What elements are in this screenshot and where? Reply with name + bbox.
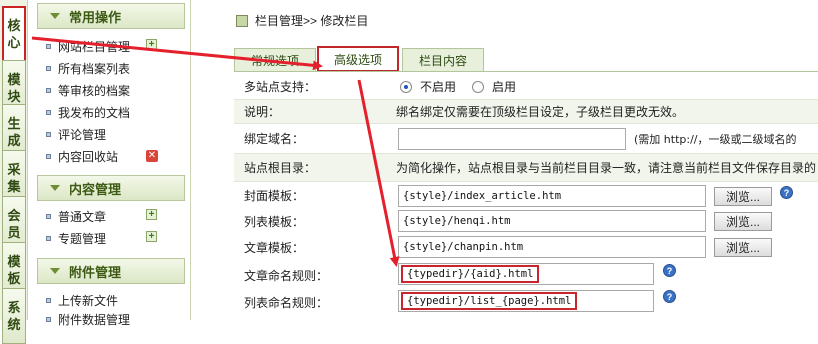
main-panel: 栏目管理>> 修改栏目 常规选项 高级选项 栏目内容 多站点支持： 不启用 启用 …: [192, 0, 818, 320]
tab-generate-label: 生 成: [7, 116, 21, 148]
bind-domain-label: 绑定域名：: [244, 132, 305, 146]
menu-item-label: 上传新文件: [58, 293, 119, 308]
site-root-text: 为简化操作，站点根目录与当前栏目目录一致，请注意当前栏目文件保存目录的: [396, 161, 817, 175]
tab-label: 栏目内容: [418, 53, 467, 68]
list-naming-label: 列表命名规则：: [244, 295, 329, 310]
tab-general[interactable]: 常规选项: [234, 48, 316, 71]
tab-modules-label: 模 块: [7, 72, 21, 104]
tab-members-label: 会 员: [7, 208, 21, 240]
menu-group-title: 内容管理: [69, 181, 122, 197]
article-template-label: 文章模板：: [244, 240, 305, 255]
add-icon[interactable]: +: [146, 209, 157, 220]
menu-group-title: 附件管理: [69, 264, 122, 280]
tab-collect-label: 采 集: [7, 162, 21, 194]
tab-system-label: 系 统: [7, 300, 21, 332]
help-icon[interactable]: ?: [663, 264, 676, 277]
menu-group-attachments[interactable]: 附件管理: [37, 258, 185, 284]
row-site-root: 站点根目录： 为简化操作，站点根目录与当前栏目目录一致，请注意当前栏目文件保存目…: [234, 154, 818, 182]
site-root-label: 站点根目录：: [244, 161, 317, 175]
tab-column-content[interactable]: 栏目内容: [402, 48, 484, 71]
bind-domain-input[interactable]: [398, 127, 626, 150]
tab-templates-label: 模 板: [7, 254, 21, 286]
note-text: 绑名绑定仅需要在顶级栏目设定，子级栏目更改无效。: [396, 105, 685, 119]
collapse-icon: [50, 185, 60, 191]
radio-on[interactable]: [472, 80, 485, 93]
clear-icon[interactable]: ✕: [146, 150, 158, 162]
menu-item-upload[interactable]: 上传新文件: [46, 291, 118, 309]
bullet-icon: [46, 43, 51, 49]
bullet-icon: [46, 65, 51, 71]
article-naming-label: 文章命名规则：: [244, 268, 329, 283]
add-icon[interactable]: +: [146, 39, 157, 50]
article-template-input[interactable]: {style}/chanpin.htm: [398, 236, 706, 258]
browse-button[interactable]: 浏览...: [714, 212, 772, 231]
add-icon[interactable]: +: [146, 231, 157, 242]
row-note: 说明： 绑名绑定仅需要在顶级栏目设定，子级栏目更改无效。: [234, 100, 818, 124]
left-tab-bar: 核 心 模 块 生 成 采 集 会 员 模 板 系 统: [0, 0, 28, 344]
bind-domain-hint: (需加 http://，一级或二级域名的: [634, 132, 797, 146]
menu-item-label: 等审核的档案: [58, 83, 131, 98]
list-template-input[interactable]: {style}/henqi.htm: [398, 210, 706, 232]
breadcrumb-text: 栏目管理>> 修改栏目: [255, 14, 369, 28]
note-label: 说明：: [244, 105, 281, 119]
tab-advanced[interactable]: 高级选项: [317, 46, 399, 72]
bullet-icon: [46, 131, 51, 137]
menu-item-label: 网站栏目管理: [58, 39, 131, 54]
menu-group-common[interactable]: 常用操作: [37, 3, 185, 29]
tab-label: 高级选项: [333, 52, 382, 67]
tab-label: 常规选项: [250, 53, 299, 68]
bullet-icon: [46, 297, 51, 303]
menu-item-attachment-data[interactable]: 附件数据管理: [46, 310, 130, 328]
radio-off[interactable]: [400, 80, 412, 93]
collapse-icon: [50, 13, 60, 19]
bullet-icon: [46, 87, 51, 93]
bullet-icon: [46, 235, 51, 241]
menu-group-title: 常用操作: [69, 9, 122, 25]
tab-core[interactable]: 核 心: [2, 6, 26, 62]
article-naming-value: {typedir}/{aid}.html: [401, 265, 540, 283]
browse-button[interactable]: 浏览...: [714, 187, 772, 206]
menu-item-label: 我发布的文档: [58, 105, 131, 120]
menu-group-content[interactable]: 内容管理: [37, 175, 185, 201]
bullet-icon: [46, 109, 51, 115]
tab-core-label: 核 心: [7, 18, 21, 50]
cover-template-input[interactable]: {style}/index_article.htm: [398, 185, 706, 207]
list-naming-input[interactable]: {typedir}/list_{page}.html: [398, 290, 654, 312]
menu-item-column-manage[interactable]: 网站栏目管理: [46, 37, 130, 55]
menu-item-all-archives[interactable]: 所有档案列表: [46, 59, 130, 77]
bullet-icon: [46, 213, 51, 219]
multisite-label: 多站点支持：: [244, 80, 317, 94]
tab-divider: [234, 71, 818, 72]
menu-item-topics[interactable]: 专题管理: [46, 229, 106, 247]
list-naming-value: {typedir}/list_{page}.html: [401, 292, 578, 310]
help-icon[interactable]: ?: [663, 290, 676, 303]
browse-button[interactable]: 浏览...: [714, 238, 772, 257]
radio-off-label: 不启用: [420, 80, 457, 94]
menu-item-recycle-bin[interactable]: 内容回收站: [46, 147, 118, 165]
menu-item-label: 专题管理: [58, 231, 107, 246]
breadcrumb: 栏目管理>> 修改栏目: [236, 12, 368, 29]
menu-item-label: 附件数据管理: [58, 312, 131, 327]
cover-template-label: 封面模板：: [244, 188, 305, 203]
help-icon[interactable]: ?: [780, 186, 793, 199]
book-icon: [236, 14, 248, 27]
bullet-icon: [46, 153, 51, 159]
bullet-icon: [46, 316, 51, 322]
row-bind-domain: 绑定域名： (需加 http://，一级或二级域名的: [234, 124, 818, 154]
menu-item-label: 所有档案列表: [58, 61, 131, 76]
row-multisite: 多站点支持： 不启用 启用: [234, 74, 818, 100]
list-template-label: 列表模板：: [244, 214, 305, 229]
menu-item-my-docs[interactable]: 我发布的文档: [46, 103, 130, 121]
menu-item-articles[interactable]: 普通文章: [46, 207, 106, 225]
menu-item-pending-archives[interactable]: 等审核的档案: [46, 81, 130, 99]
collapse-icon: [50, 268, 60, 274]
menu-item-label: 内容回收站: [58, 149, 119, 164]
tab-system[interactable]: 系 统: [2, 288, 26, 344]
menu-item-label: 评论管理: [58, 127, 107, 142]
article-naming-input[interactable]: {typedir}/{aid}.html: [398, 263, 654, 285]
menu-item-comments[interactable]: 评论管理: [46, 125, 106, 143]
radio-on-label: 启用: [492, 80, 517, 94]
side-menu: 常用操作 网站栏目管理 + 所有档案列表 等审核的档案 我发布的文档 评论管理 …: [30, 0, 191, 327]
menu-item-label: 普通文章: [58, 209, 107, 224]
